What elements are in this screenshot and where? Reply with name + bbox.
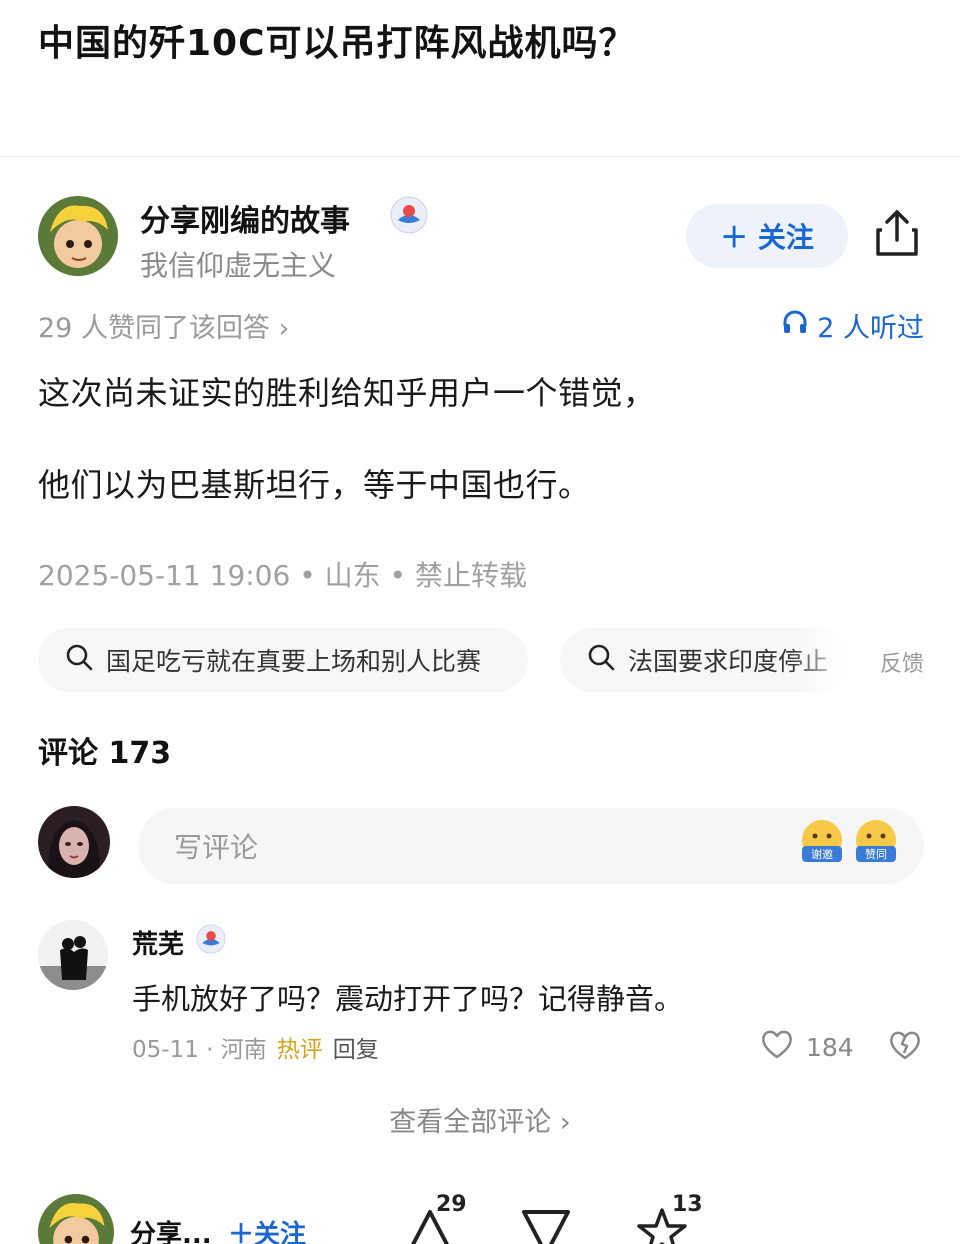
feedback-link[interactable]: 反馈	[880, 646, 924, 678]
bottom-author-name[interactable]: 分享...	[130, 1214, 212, 1244]
upvote-count: 29	[436, 1192, 467, 1217]
agree-count-link[interactable]: 29 人赞同了该回答 ›	[38, 306, 289, 345]
related-search-chip[interactable]: 国足吃亏就在真要上场和别人比赛	[38, 628, 528, 692]
commenter-name[interactable]: 荒芜	[132, 924, 184, 961]
answer-paragraph-1: 这次尚未证实的胜利给知乎用户一个错觉，	[38, 374, 656, 412]
hot-comment-badge: 热评	[276, 1037, 323, 1063]
author-bio: 我信仰虚无主义	[140, 249, 337, 282]
comments-title: 评论 173	[38, 736, 172, 771]
question-title[interactable]: 中国的歼10C可以吊打阵风战机吗？	[38, 14, 636, 66]
answer-meta: 2025-05-11 19:06 • 山东 • 禁止转载	[38, 559, 527, 592]
follow-button[interactable]: ＋ 关注	[686, 204, 848, 268]
bottom-follow-button[interactable]: ＋关注	[228, 1214, 306, 1244]
search-icon	[586, 642, 616, 678]
listened-label: 2 人听过	[817, 313, 924, 344]
comment-meta: 05-11 · 河南 热评 回复	[132, 1030, 379, 1064]
favorite-count: 13	[672, 1192, 703, 1217]
chip-fade-overlay	[790, 628, 860, 692]
commenter-avatar[interactable]	[38, 920, 108, 990]
answer-paragraph-2: 他们以为巴基斯坦行，等于中国也行。	[38, 466, 591, 504]
comment-date-location: 05-11 · 河南	[132, 1037, 267, 1063]
broken-heart-icon[interactable]	[888, 1028, 922, 1062]
emoji-label: 谢邀	[811, 847, 833, 861]
reply-button[interactable]: 回复	[333, 1030, 379, 1064]
view-all-comments-link[interactable]: 查看全部评论 ›	[0, 1100, 960, 1139]
title-divider	[0, 156, 960, 157]
like-count: 184	[806, 1032, 854, 1062]
comment-like-button[interactable]: 184	[760, 1028, 854, 1066]
emoji-agree-icon[interactable]: 赞同	[850, 816, 902, 868]
heart-icon	[760, 1028, 794, 1066]
headphones-icon	[781, 308, 809, 343]
comment-text: 手机放好了吗？震动打开了吗？记得静音。	[132, 982, 684, 1016]
bottom-author-avatar[interactable]	[38, 1194, 114, 1244]
author-name[interactable]: 分享刚编的故事	[140, 196, 350, 240]
listened-count[interactable]: 2 人听过	[781, 306, 924, 345]
commenter-badge-icon	[196, 924, 226, 954]
my-avatar	[38, 806, 110, 878]
share-icon[interactable]	[874, 208, 920, 258]
search-icon	[64, 642, 94, 678]
author-badge-icon	[390, 196, 428, 234]
emoji-thanks-icon[interactable]: 谢邀	[796, 816, 848, 868]
emoji-label: 赞同	[865, 848, 887, 861]
downvote-icon[interactable]	[518, 1204, 574, 1244]
related-search-text: 国足吃亏就在真要上场和别人比赛	[106, 647, 482, 676]
author-avatar[interactable]	[38, 196, 118, 276]
